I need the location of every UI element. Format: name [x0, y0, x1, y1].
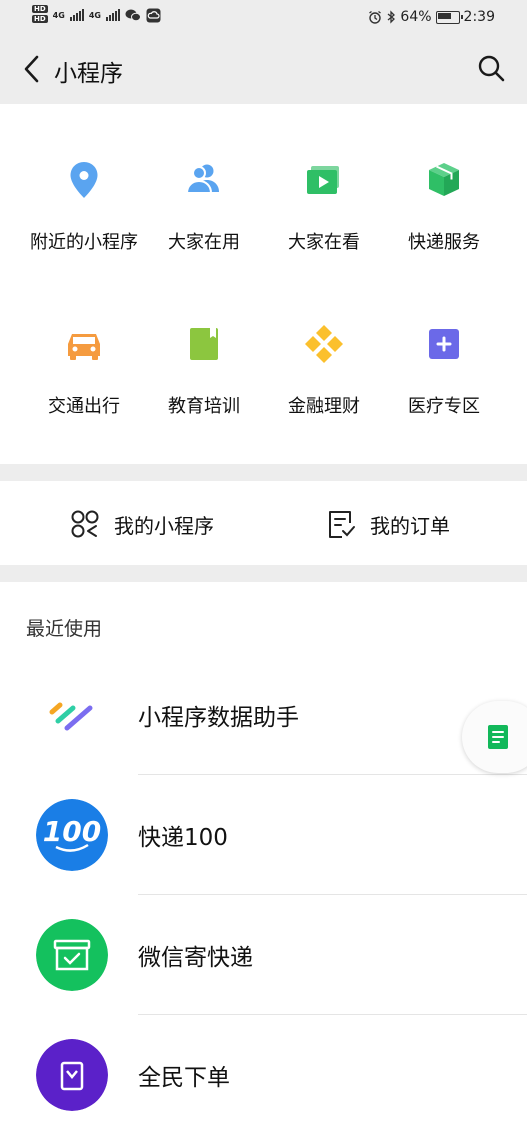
- recent-item-name: 全民下单: [138, 1065, 230, 1091]
- alarm-icon: [369, 10, 382, 24]
- recent-item-name: 小程序数据助手: [138, 705, 299, 731]
- recent-item-data-assistant[interactable]: 小程序数据助手: [0, 655, 527, 775]
- wechat-notification-icon: [125, 9, 141, 22]
- floating-side-button[interactable]: [462, 701, 527, 773]
- section-divider: [0, 565, 527, 582]
- category-medical[interactable]: 医疗专区: [378, 322, 510, 418]
- kuaidi100-logo-text: 100: [43, 815, 101, 848]
- category-watching[interactable]: 大家在看: [258, 158, 390, 254]
- data-assistant-logo: [36, 679, 108, 751]
- category-transport[interactable]: 交通出行: [18, 322, 150, 418]
- recent-item-name: 快递100: [138, 825, 228, 851]
- network-type-2: 4G: [88, 10, 101, 20]
- battery-percent: 64%: [400, 9, 432, 25]
- signal-icon: [69, 9, 84, 21]
- recent-section: 最近使用 小程序数据助手 100 快递100 微信寄快递 全民下单: [0, 582, 527, 1111]
- category-label: 大家在用: [168, 232, 240, 253]
- status-bar: HD HD 4G 4G 64% 2:39: [0, 0, 527, 34]
- recent-item-wechat-express[interactable]: 微信寄快递: [0, 895, 527, 1015]
- section-divider: [0, 464, 527, 481]
- category-nearby[interactable]: 附近的小程序: [18, 158, 150, 254]
- package-icon: [429, 163, 459, 196]
- search-icon[interactable]: [477, 54, 505, 82]
- category-label: 金融理财: [288, 396, 360, 417]
- signal-icon-2: [105, 9, 120, 21]
- recent-item-name: 微信寄快递: [138, 945, 253, 971]
- book-icon: [190, 328, 218, 360]
- network-type-1: 4G: [52, 10, 65, 20]
- users-icon: [185, 164, 219, 194]
- category-finance[interactable]: 金融理财: [258, 322, 390, 418]
- orders-icon: [329, 511, 355, 538]
- diamond-grid-icon: [305, 325, 343, 363]
- category-education[interactable]: 教育培训: [138, 322, 270, 418]
- battery-icon: [435, 10, 463, 24]
- clock: 2:39: [463, 9, 495, 25]
- bluetooth-icon: [388, 10, 396, 24]
- wechat-express-logo: [36, 919, 108, 991]
- status-left: HD HD 4G 4G: [32, 5, 161, 25]
- page-title: 小程序: [54, 61, 123, 87]
- my-mini-programs-label: 我的小程序: [114, 513, 214, 538]
- category-label: 医疗专区: [408, 396, 480, 417]
- mini-programs-icon: [71, 510, 99, 538]
- location-pin-icon: [70, 162, 98, 198]
- category-label: 快递服务: [408, 232, 480, 253]
- category-label: 交通出行: [48, 396, 120, 417]
- quanmin-logo: [36, 1039, 108, 1111]
- my-section: 我的小程序 我的订单: [0, 481, 527, 565]
- my-orders-label: 我的订单: [370, 513, 450, 538]
- recent-item-quanmin[interactable]: 全民下单: [0, 1015, 527, 1135]
- nav-header: 小程序: [0, 34, 527, 104]
- back-arrow-icon[interactable]: [22, 54, 42, 84]
- recent-title: 最近使用: [26, 618, 103, 640]
- category-label: 大家在看: [288, 232, 360, 253]
- category-express[interactable]: 快递服务: [378, 158, 510, 254]
- hd-badge: HD HD: [32, 5, 48, 23]
- my-mini-programs-button[interactable]: 我的小程序: [70, 509, 214, 539]
- car-icon: [68, 334, 100, 360]
- medical-plus-icon: [429, 329, 459, 359]
- recent-item-kuaidi100[interactable]: 100 快递100: [0, 775, 527, 895]
- cloud-notification-icon: [146, 8, 161, 22]
- kuaidi100-logo: 100: [36, 799, 108, 871]
- document-icon: [488, 725, 508, 749]
- category-grid: 附近的小程序 大家在用 大家在看 快递服务 交通出行 教育培训 金融理财 医疗专…: [0, 104, 527, 464]
- my-orders-button[interactable]: 我的订单: [326, 509, 450, 539]
- category-label: 教育培训: [168, 396, 240, 417]
- video-icon: [307, 166, 339, 194]
- category-popular[interactable]: 大家在用: [138, 158, 270, 254]
- category-label: 附近的小程序: [30, 232, 138, 253]
- status-right: 64% 2:39: [368, 9, 495, 25]
